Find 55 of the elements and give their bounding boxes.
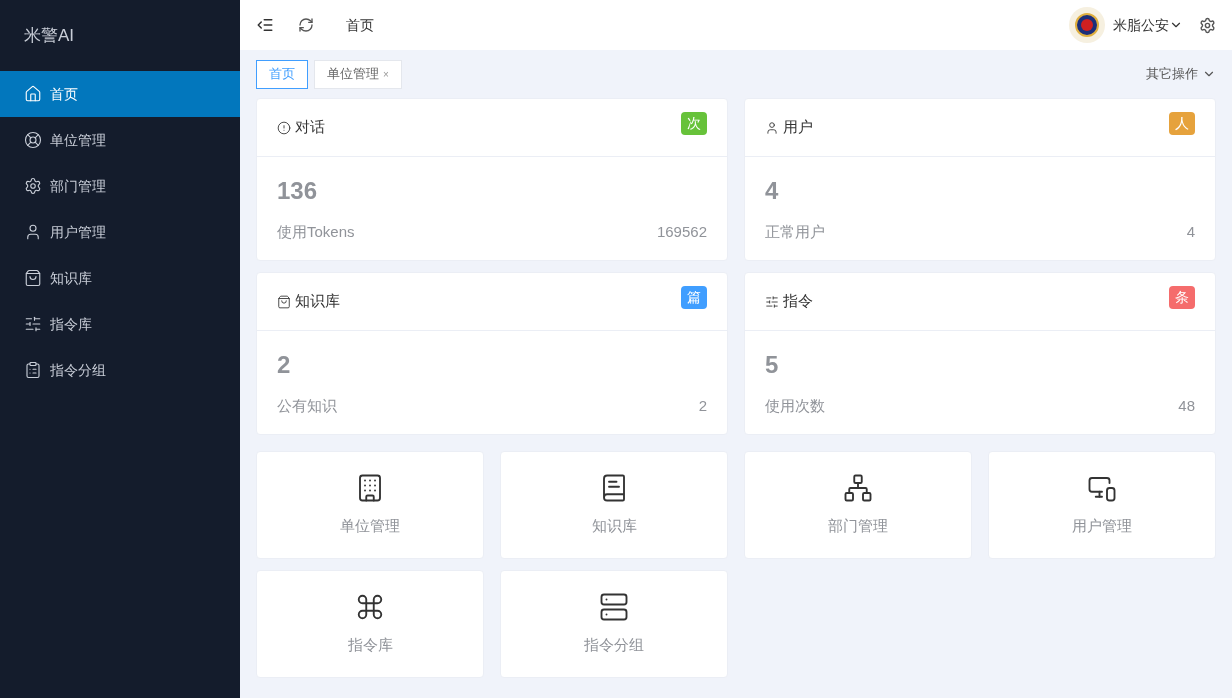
card-title: 用户: [783, 117, 813, 138]
unit-tag: 条: [1169, 286, 1195, 309]
bag-icon: [24, 269, 42, 287]
clipboard-icon: [24, 361, 42, 379]
card-title: 对话: [295, 117, 325, 138]
org-chart-icon: [843, 472, 873, 503]
sidebar-item[interactable]: 部门管理: [0, 163, 240, 209]
sidebar-item[interactable]: 单位管理: [0, 117, 240, 163]
refresh-icon[interactable]: [298, 17, 314, 33]
menu-icon[interactable]: [256, 16, 274, 34]
stat-total: 169562: [656, 222, 707, 243]
stat-total: 4: [1186, 222, 1195, 243]
user-menu[interactable]: 米脂公安: [1113, 15, 1183, 35]
shortcut-card[interactable]: 指令分组: [500, 570, 728, 678]
stat-value: 136: [277, 176, 319, 207]
page-tab[interactable]: 单位管理 ×: [314, 59, 402, 89]
gear-icon: [24, 177, 42, 195]
card-title: 知识库: [295, 291, 340, 312]
unit-tag: 次: [681, 112, 707, 135]
sidebar-item[interactable]: 用户管理: [0, 209, 240, 255]
stat-value: 5: [765, 350, 780, 381]
sliders-icon: [765, 294, 779, 309]
shortcut-card[interactable]: 部门管理: [744, 451, 972, 559]
stat-label: 使用Tokens: [277, 222, 355, 243]
stat-label: 正常用户: [765, 222, 825, 243]
bag-icon: [277, 294, 291, 309]
stat-total: 2: [698, 396, 707, 417]
user-icon: [765, 120, 779, 135]
sidebar-item[interactable]: 知识库: [0, 255, 240, 301]
brand-logo-text: 米警AI: [24, 24, 75, 47]
unit-tag: 篇: [681, 286, 707, 309]
stat-label: 公有知识: [277, 396, 337, 417]
sliders-icon: [24, 315, 42, 333]
card-title: 指令: [783, 291, 813, 312]
unit-tag: 人: [1169, 112, 1195, 135]
stat-value: 2: [277, 350, 292, 381]
server-icon: [599, 591, 629, 622]
user-icon: [24, 223, 42, 241]
stat-total: 48: [1178, 396, 1195, 417]
sidebar-item[interactable]: 指令分组: [0, 347, 240, 393]
shortcut-card[interactable]: 指令库: [256, 570, 484, 678]
lifebuoy-icon: [24, 131, 42, 149]
breadcrumb: 首页: [346, 16, 374, 35]
home-icon: [24, 85, 42, 103]
sidebar-item[interactable]: 指令库: [0, 301, 240, 347]
stat-value: 4: [765, 176, 780, 207]
police-emblem-avatar: [1069, 7, 1105, 43]
exclamation-icon: [277, 120, 291, 135]
shortcut-card[interactable]: 用户管理: [988, 451, 1216, 559]
stat-label: 使用次数: [765, 396, 825, 417]
shortcut-card[interactable]: 知识库: [500, 451, 728, 559]
shortcut-card[interactable]: 单位管理: [256, 451, 484, 559]
other-actions-menu[interactable]: 其它操作: [1146, 64, 1216, 84]
sidebar-item[interactable]: 首页: [0, 71, 240, 117]
settings-icon[interactable]: [1199, 16, 1216, 34]
